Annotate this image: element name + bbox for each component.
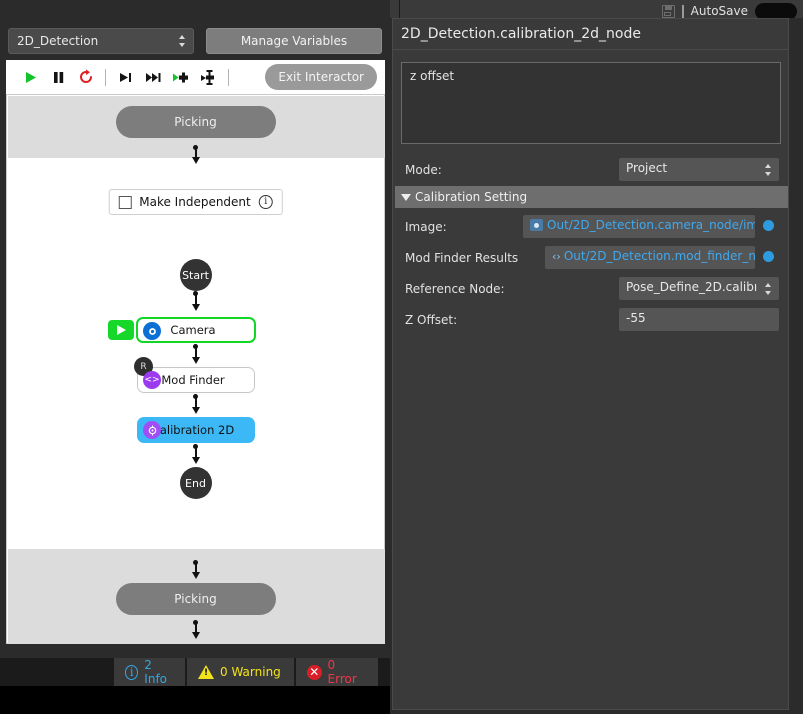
node-run-button[interactable] — [108, 320, 134, 340]
node-calibration-2d-box[interactable]: Calibration 2D — [137, 417, 255, 443]
code-brackets-icon: <> — [143, 371, 161, 389]
z-offset-input[interactable]: -55 — [619, 308, 779, 331]
exit-interactor-button[interactable]: Exit Interactor — [265, 64, 377, 90]
spinner-arrows-icon — [765, 282, 772, 295]
flow-arrow — [191, 560, 201, 580]
camera-icon — [143, 322, 161, 340]
reference-node-property-row: Reference Node: Pose_Define_2D.calibı — [393, 276, 790, 302]
status-info[interactable]: i 2 Info — [113, 658, 185, 686]
status-warning[interactable]: 0 Warning — [186, 658, 294, 686]
info-circle-icon[interactable]: i — [258, 195, 273, 209]
flow-arrow — [191, 620, 201, 640]
picking-group-top[interactable]: Picking — [115, 106, 276, 138]
make-independent-checkbox[interactable] — [118, 195, 132, 209]
node-start[interactable]: Start — [179, 259, 212, 291]
connector — [191, 291, 200, 313]
mod-finder-results-value: Out/2D_Detection.mod_finder_no — [563, 249, 755, 263]
floppy-disk-icon[interactable] — [661, 4, 675, 18]
toolbar-divider — [228, 68, 229, 86]
toolbar-divider — [105, 68, 106, 86]
top-bar-left-filler — [0, 0, 390, 22]
flow-canvas[interactable]: Picking Make Independent i Start Camera … — [6, 94, 385, 644]
image-value-field[interactable]: Out/2D_Detection.camera_node/imag — [523, 215, 755, 238]
warning-triangle-icon — [198, 665, 214, 679]
image-value: Out/2D_Detection.camera_node/imag — [547, 218, 755, 232]
error-circle-icon: ✕ — [307, 664, 322, 680]
calibration-setting-section-header[interactable]: Calibration Setting — [395, 186, 788, 208]
project-select-row: 2D_Detection Manage Variables — [8, 28, 382, 54]
status-error-label: 0 Error — [327, 658, 357, 686]
project-select-value: 2D_Detection — [17, 34, 99, 48]
run-button[interactable] — [16, 64, 44, 90]
reload-button[interactable] — [72, 64, 100, 90]
step-into-node-button[interactable] — [195, 64, 223, 90]
picking-group-bottom[interactable]: Picking — [115, 583, 276, 615]
make-independent-toggle[interactable]: Make Independent i — [108, 189, 283, 215]
mode-row: Mode: Project — [393, 157, 790, 183]
status-bar: i 2 Info 0 Warning ✕ 0 Error — [0, 658, 390, 686]
properties-panel: 2D_Detection.calibration_2d_node z offse… — [390, 18, 803, 714]
node-mod-finder-box[interactable]: R <> Mod Finder — [134, 357, 255, 393]
z-offset-property-row: Z Offset: -55 — [393, 307, 790, 333]
fast-forward-button[interactable] — [139, 64, 167, 90]
chevron-down-icon — [401, 194, 411, 201]
application-window: AutoSave 2D_Detection Manage Variables E… — [0, 0, 803, 714]
connector — [191, 444, 200, 466]
image-port-indicator[interactable] — [763, 220, 774, 231]
project-select[interactable]: 2D_Detection — [8, 28, 194, 54]
connector — [191, 394, 200, 416]
description-textarea[interactable]: z offset — [401, 62, 781, 144]
status-info-label: 2 Info — [144, 658, 168, 686]
spinner-arrows-icon — [179, 35, 186, 47]
mode-label: Mode: — [405, 163, 442, 177]
autosave-label: AutoSave — [690, 4, 748, 18]
autosave-toggle[interactable] — [755, 2, 797, 20]
mod-finder-results-value-field[interactable]: ‹› Out/2D_Detection.mod_finder_no — [545, 246, 755, 269]
divider — [681, 4, 684, 18]
spinner-arrows-icon — [765, 163, 772, 176]
chevrons-icon: ‹› — [552, 250, 561, 263]
camera-small-icon — [530, 219, 543, 231]
node-calibration-2d[interactable]: Calibration 2D — [137, 417, 255, 443]
mod-finder-results-port-indicator[interactable] — [763, 251, 774, 262]
node-end[interactable]: End — [179, 467, 212, 499]
mode-select[interactable]: Project — [619, 158, 779, 181]
target-icon — [143, 421, 161, 439]
step-button[interactable] — [111, 64, 139, 90]
node-end-label: End — [179, 467, 212, 499]
calibration-setting-label: Calibration Setting — [415, 190, 528, 204]
node-camera[interactable]: Camera — [108, 317, 256, 343]
flow-toolbar: Exit Interactor — [6, 60, 385, 94]
mode-value: Project — [626, 161, 668, 175]
connector — [191, 344, 200, 366]
reference-node-select[interactable]: Pose_Define_2D.calibı — [619, 277, 779, 300]
project-panel: 2D_Detection Manage Variables Exit Inter… — [0, 22, 390, 658]
info-circle-icon: i — [125, 664, 139, 680]
run-single-node-button[interactable] — [167, 64, 195, 90]
status-warning-label: 0 Warning — [220, 665, 281, 679]
make-independent-label: Make Independent — [139, 195, 251, 209]
flow-arrow — [191, 145, 201, 165]
image-label: Image: — [405, 220, 447, 234]
z-offset-label: Z Offset: — [405, 313, 458, 327]
mod-finder-results-property-row: Mod Finder Results ‹› Out/2D_Detection.mo… — [393, 245, 790, 271]
image-property-row: Image: Out/2D_Detection.camera_node/imag — [393, 214, 790, 240]
mod-finder-results-label: Mod Finder Results — [405, 251, 519, 265]
node-start-label: Start — [179, 259, 212, 291]
reference-node-value: Pose_Define_2D.calibı — [626, 280, 758, 294]
pause-button[interactable] — [44, 64, 72, 90]
node-camera-box[interactable]: Camera — [136, 317, 256, 343]
node-mod-finder[interactable]: R <> Mod Finder — [134, 357, 255, 393]
reference-node-label: Reference Node: — [405, 282, 505, 296]
status-error[interactable]: ✕ 0 Error — [295, 658, 378, 686]
page-title: 2D_Detection.calibration_2d_node — [392, 18, 789, 50]
properties-body: z offset Mode: Project Calibration Setti… — [392, 50, 789, 710]
manage-variables-button[interactable]: Manage Variables — [206, 28, 382, 54]
